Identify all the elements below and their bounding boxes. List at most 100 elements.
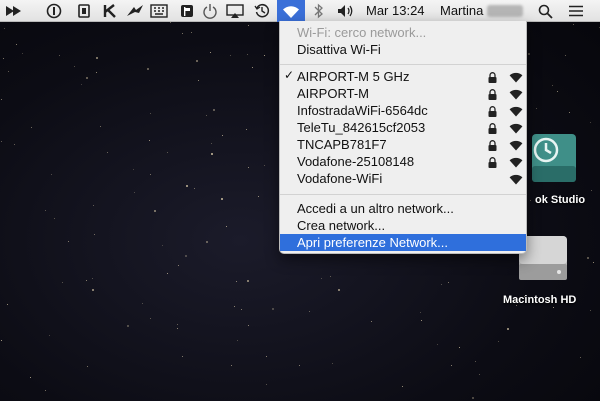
time-machine-icon[interactable] [253,2,271,20]
star [330,276,331,277]
star [247,54,248,55]
turn-off-wifi-item[interactable]: Disattiva Wi-Fi [280,41,526,58]
network-name: Vodafone-25108148 [297,154,415,169]
wifi-signal-icon [508,71,524,86]
time-machine-drive-icon[interactable] [528,130,578,191]
star [177,324,178,325]
join-other-network-item[interactable]: Accedi a un altro network... [280,200,526,217]
star [62,282,63,283]
arrow-icon[interactable] [4,2,24,20]
star [196,60,198,62]
star [8,71,9,72]
lock-icon [488,156,497,171]
star [332,363,333,364]
wifi-signal-icon [508,139,524,154]
bird-icon[interactable] [125,2,145,20]
star [150,174,151,175]
airplay-icon[interactable] [225,2,245,20]
star [4,28,5,29]
keyboard-icon[interactable] [149,2,169,20]
star [93,205,94,206]
wifi-signal-icon [508,105,524,120]
network-item[interactable]: TeleTu_842615cf2053 [280,119,526,136]
chip-icon[interactable] [76,2,92,20]
bluetooth-icon[interactable] [311,2,327,20]
star [272,308,274,310]
star [45,210,46,211]
star [591,190,592,191]
menu-bar: Mar 13:24 Martina [0,0,600,22]
network-item[interactable]: ✓ AIRPORT-M 5 GHz [280,68,526,85]
network-item[interactable]: InfostradaWiFi-6564dc [280,102,526,119]
star [528,53,530,55]
volume-icon[interactable] [336,2,356,20]
desktop-icon-label-studio: ok Studio [535,194,586,206]
star [206,241,208,243]
checkmark-icon: ✓ [284,68,295,82]
info-icon[interactable] [45,2,63,20]
wifi-menu: Wi-Fi: cerco network... Disattiva Wi-Fi … [279,21,527,254]
star [248,325,249,326]
create-network-label: Crea network... [297,218,386,233]
network-name: Vodafone-WiFi [297,171,383,186]
star [230,55,231,56]
menu-separator [280,64,526,65]
create-network-item[interactable]: Crea network... [280,217,526,234]
k-icon[interactable] [102,2,118,20]
star [248,25,249,26]
lock-icon [488,122,497,137]
open-network-preferences-item[interactable]: Apri preferenze Network... [280,234,526,251]
power-icon[interactable] [201,2,219,20]
star [86,280,87,281]
menubar-clock[interactable]: Mar 13:24 [366,3,425,18]
star [226,226,227,227]
star [182,356,183,357]
star [100,126,101,127]
network-name: InfostradaWiFi-6564dc [297,103,428,118]
star [421,320,422,321]
wifi-status-text: Wi-Fi: cerco network... [297,25,427,40]
star [552,85,553,86]
star [94,234,95,235]
menubar-user-name[interactable]: Martina [440,3,483,18]
star [252,67,253,68]
star [14,144,15,145]
star [186,185,188,187]
star [147,68,149,70]
star [16,44,17,45]
star [593,262,594,263]
star [448,282,449,283]
star [437,344,438,345]
star [258,196,259,197]
wifi-icon[interactable] [277,0,305,22]
star [420,312,421,313]
star [167,152,168,153]
network-item[interactable]: TNCAPB781F7 [280,136,526,153]
star [241,309,242,310]
star [7,304,8,305]
star [134,192,135,193]
wifi-signal-icon [508,88,524,103]
user-name-blur [487,5,523,17]
star [182,33,183,34]
star [150,113,151,114]
star [222,135,223,136]
flag-icon[interactable] [178,2,196,20]
star [573,24,574,25]
star [565,55,566,56]
network-item[interactable]: AIRPORT-M [280,85,526,102]
search-icon[interactable] [536,2,554,20]
list-icon[interactable] [566,2,586,20]
star [234,306,235,307]
lock-icon [488,88,497,103]
star [31,127,32,128]
turn-off-wifi-label: Disattiva Wi-Fi [297,42,381,57]
star [590,122,591,123]
star [475,361,476,362]
star [92,289,94,291]
network-name: AIRPORT-M 5 GHz [297,69,410,84]
network-item[interactable]: Vodafone-25108148 [280,153,526,170]
network-item[interactable]: Vodafone-WiFi [280,170,526,187]
star [96,57,98,59]
star [133,169,134,170]
